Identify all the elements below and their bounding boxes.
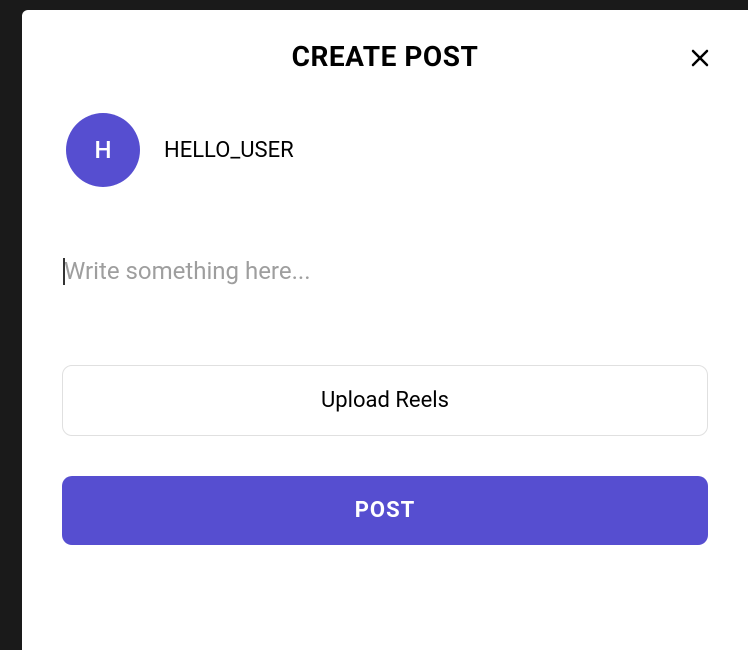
- close-icon: [688, 46, 712, 70]
- create-post-modal: CREATE POST H HELLO_USER Write something…: [22, 10, 748, 650]
- post-button[interactable]: POST: [62, 476, 708, 545]
- avatar-initial: H: [94, 136, 111, 164]
- modal-title: CREATE POST: [292, 40, 479, 73]
- modal-header: CREATE POST: [62, 40, 708, 73]
- close-button[interactable]: [684, 42, 716, 74]
- user-row: H HELLO_USER: [66, 113, 708, 187]
- upload-reels-button[interactable]: Upload Reels: [62, 365, 708, 436]
- username: HELLO_USER: [164, 138, 294, 163]
- post-input-wrapper[interactable]: Write something here...: [64, 257, 708, 285]
- post-input-placeholder: Write something here...: [64, 257, 708, 285]
- avatar: H: [66, 113, 140, 187]
